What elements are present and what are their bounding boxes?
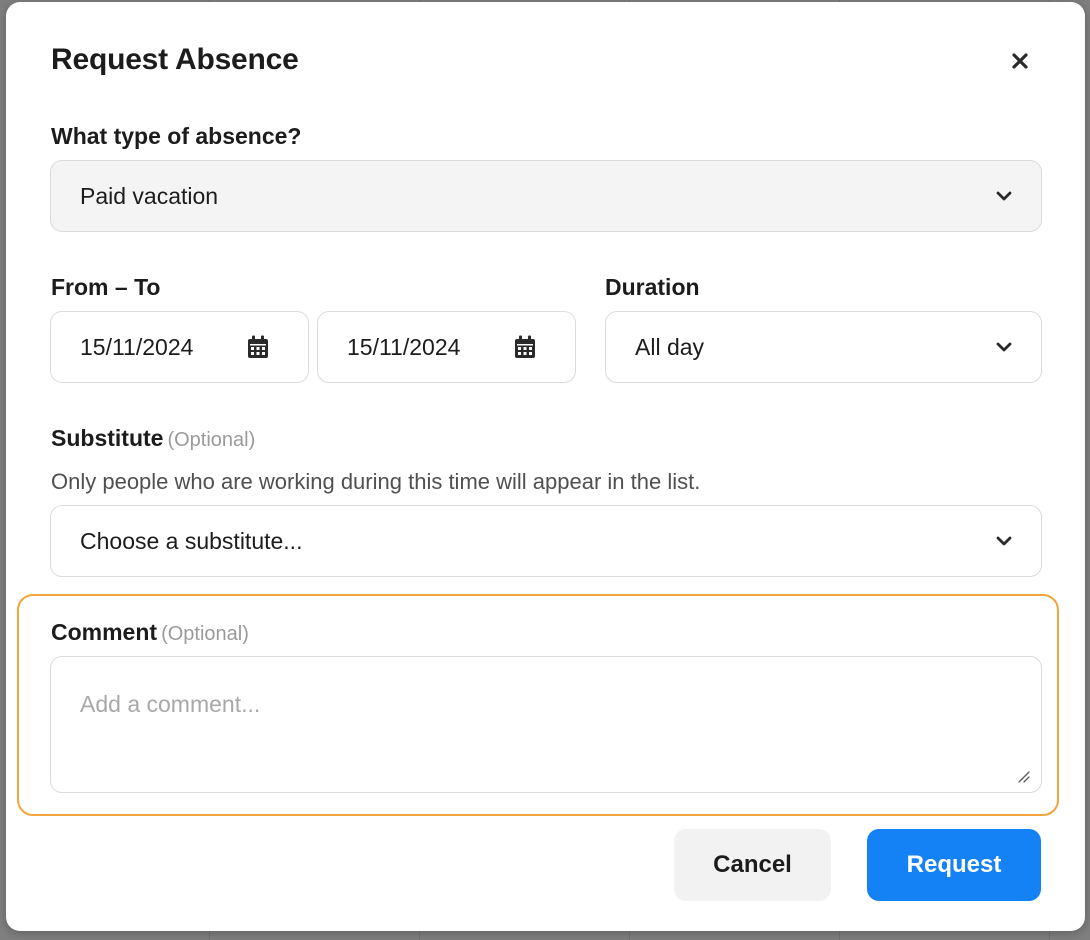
request-absence-dialog: Request Absence What type of absence? Pa… — [6, 2, 1085, 931]
substitute-placeholder: Choose a substitute... — [80, 527, 303, 554]
from-to-label: From – To — [51, 274, 161, 300]
substitute-label-text: Substitute — [51, 425, 164, 451]
absence-type-select[interactable]: Paid vacation — [50, 160, 1042, 232]
chevron-down-icon — [996, 342, 1012, 352]
chevron-down-icon — [996, 191, 1012, 201]
substitute-hint: Only people who are working during this … — [51, 469, 701, 494]
request-button[interactable]: Request — [867, 829, 1041, 901]
cancel-button[interactable]: Cancel — [674, 829, 831, 901]
comment-label: Comment (Optional) — [51, 619, 249, 646]
from-date-value: 15/11/2024 — [80, 333, 194, 360]
chevron-down-icon — [996, 536, 1012, 546]
duration-label: Duration — [605, 274, 700, 300]
close-button[interactable] — [1004, 45, 1036, 77]
to-date-input[interactable]: 15/11/2024 — [317, 311, 576, 383]
absence-type-label: What type of absence? — [51, 123, 302, 149]
calendar-icon[interactable] — [514, 335, 536, 359]
close-icon — [1012, 53, 1028, 69]
absence-type-value: Paid vacation — [80, 182, 219, 209]
dialog-title: Request Absence — [51, 43, 299, 76]
duration-value: All day — [635, 333, 705, 360]
duration-select[interactable]: All day — [605, 311, 1042, 383]
resize-grip-icon[interactable] — [1016, 769, 1030, 783]
comment-label-text: Comment — [51, 619, 158, 645]
comment-optional-tag: (Optional) — [161, 623, 249, 645]
substitute-optional-tag: (Optional) — [167, 429, 256, 451]
substitute-select[interactable]: Choose a substitute... — [50, 505, 1042, 577]
substitute-label: Substitute (Optional) — [51, 425, 255, 452]
calendar-icon[interactable] — [247, 335, 269, 359]
from-date-input[interactable]: 15/11/2024 — [50, 311, 309, 383]
comment-textarea[interactable] — [50, 656, 1042, 793]
to-date-value: 15/11/2024 — [347, 333, 461, 360]
